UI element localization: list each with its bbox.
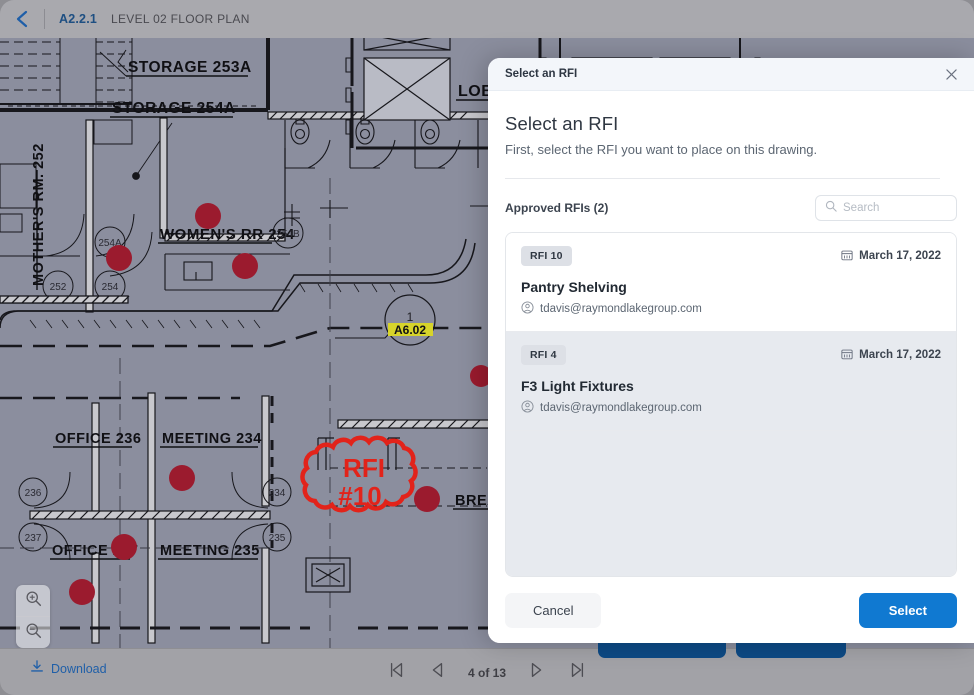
person-icon bbox=[521, 400, 534, 416]
zoom-controls bbox=[16, 585, 50, 648]
rfi-date: March 17, 2022 bbox=[841, 249, 941, 264]
rfi-date-text: March 17, 2022 bbox=[859, 250, 941, 262]
rfi-item-top-row: RFI 4 March 17, 2022 bbox=[521, 345, 941, 365]
calendar-icon bbox=[841, 249, 853, 264]
room-label-womens-rr: WOMEN'S RR 254 bbox=[160, 226, 295, 243]
rfi-stamp-line1: RFI bbox=[343, 453, 385, 483]
rfi-owner-text: tdavis@raymondlakegroup.com bbox=[540, 402, 702, 414]
modal-footer: Cancel Select bbox=[488, 577, 974, 643]
modal-subtitle: First, select the RFI you want to place … bbox=[505, 142, 818, 157]
download-label: Download bbox=[51, 661, 107, 676]
download-icon bbox=[30, 660, 44, 677]
select-button[interactable]: Select bbox=[858, 592, 957, 628]
rfi-list: RFI 10 March 17, 2022 Pantry Shelving td… bbox=[505, 232, 957, 577]
door-tag-234: 234 bbox=[269, 488, 286, 499]
last-page-button[interactable] bbox=[568, 661, 586, 684]
rfi-item-top-row: RFI 10 March 17, 2022 bbox=[521, 246, 941, 266]
back-button[interactable] bbox=[0, 0, 44, 38]
door-tag-254b: 254B bbox=[276, 229, 300, 240]
next-page-icon bbox=[528, 661, 546, 684]
rfi-badge: RFI 10 bbox=[521, 246, 572, 266]
chevron-left-icon bbox=[14, 10, 30, 28]
magnifier-plus-icon bbox=[25, 590, 42, 612]
svg-text:1: 1 bbox=[407, 310, 414, 324]
page-navigator: 4 of 13 bbox=[388, 649, 586, 695]
close-icon[interactable] bbox=[940, 63, 962, 85]
rfi-date: March 17, 2022 bbox=[841, 348, 941, 363]
calendar-icon bbox=[841, 348, 853, 363]
rfi-name: Pantry Shelving bbox=[521, 279, 627, 295]
rfi-date-text: March 17, 2022 bbox=[859, 349, 941, 361]
search-box[interactable] bbox=[815, 195, 957, 221]
rfi-owner-text: tdavis@raymondlakegroup.com bbox=[540, 303, 702, 315]
prev-page-button[interactable] bbox=[428, 661, 446, 684]
rfi-owner: tdavis@raymondlakegroup.com bbox=[521, 301, 941, 317]
room-label-storage-254a: STORAGE 254A bbox=[112, 100, 236, 117]
room-label-office-236: OFFICE 236 bbox=[55, 431, 141, 447]
next-page-button[interactable] bbox=[528, 661, 546, 684]
door-tag-236: 236 bbox=[25, 488, 42, 499]
search-icon bbox=[825, 199, 837, 217]
cancel-button[interactable]: Cancel bbox=[505, 592, 602, 628]
prev-page-icon bbox=[428, 661, 446, 684]
toolbar-divider bbox=[44, 9, 45, 29]
top-bar: A2.2.1 LEVEL 02 FLOOR PLAN bbox=[0, 0, 974, 38]
modal-header-title: Select an RFI bbox=[505, 68, 578, 80]
search-input[interactable] bbox=[843, 202, 947, 214]
page-indicator: 4 of 13 bbox=[467, 665, 507, 680]
rfi-list-item-0[interactable]: RFI 10 March 17, 2022 Pantry Shelving td… bbox=[506, 233, 956, 332]
modal-header: Select an RFI bbox=[488, 58, 974, 91]
rfi-badge: RFI 4 bbox=[521, 345, 566, 365]
room-label-mothers-rm: MOTHER'S RM. 252 bbox=[31, 143, 47, 286]
person-icon bbox=[521, 301, 534, 317]
last-page-icon bbox=[568, 661, 586, 684]
door-tag-254: 254 bbox=[102, 282, 119, 293]
rfi-stamp-text: RFI #10 bbox=[338, 453, 385, 511]
modal-title: Select an RFI bbox=[505, 113, 619, 134]
rfi-list-item-1[interactable]: RFI 4 March 17, 2022 F3 Light Fixtures t… bbox=[506, 332, 956, 431]
first-page-button[interactable] bbox=[388, 661, 406, 684]
room-label-meeting-235: MEETING 235 bbox=[160, 543, 260, 559]
door-tag-235: 235 bbox=[269, 533, 286, 544]
first-page-icon bbox=[388, 661, 406, 684]
download-button[interactable]: Download bbox=[30, 660, 107, 677]
door-tag-252: 252 bbox=[50, 282, 67, 293]
sheet-title: LEVEL 02 FLOOR PLAN bbox=[111, 12, 250, 26]
rfi-stamp-line2: #10 bbox=[338, 481, 381, 511]
zoom-out-button[interactable] bbox=[16, 617, 50, 648]
room-label-storage-253a: STORAGE 253A bbox=[128, 59, 252, 76]
rfi-owner: tdavis@raymondlakegroup.com bbox=[521, 400, 941, 416]
room-label-meeting-234: MEETING 234 bbox=[162, 431, 262, 447]
sheet-number[interactable]: A2.2.1 bbox=[59, 12, 97, 26]
select-rfi-modal: Select an RFI Select an RFI First, selec… bbox=[488, 58, 974, 643]
rfi-name: F3 Light Fixtures bbox=[521, 378, 634, 394]
approved-rfis-label: Approved RFIs (2) bbox=[505, 201, 609, 215]
magnifier-minus-icon bbox=[25, 622, 42, 644]
door-tag-237: 237 bbox=[25, 533, 42, 544]
rfi-list-empty-area bbox=[506, 431, 956, 576]
zoom-in-button[interactable] bbox=[16, 585, 50, 616]
list-header: Approved RFIs (2) bbox=[488, 179, 974, 232]
modal-body: Select an RFI First, select the RFI you … bbox=[488, 91, 974, 179]
drawing-viewer-app: STORAGE 253A STORAGE 254A MOTHER'S RM. 2… bbox=[0, 0, 974, 695]
svg-text:A6.02: A6.02 bbox=[394, 323, 426, 337]
